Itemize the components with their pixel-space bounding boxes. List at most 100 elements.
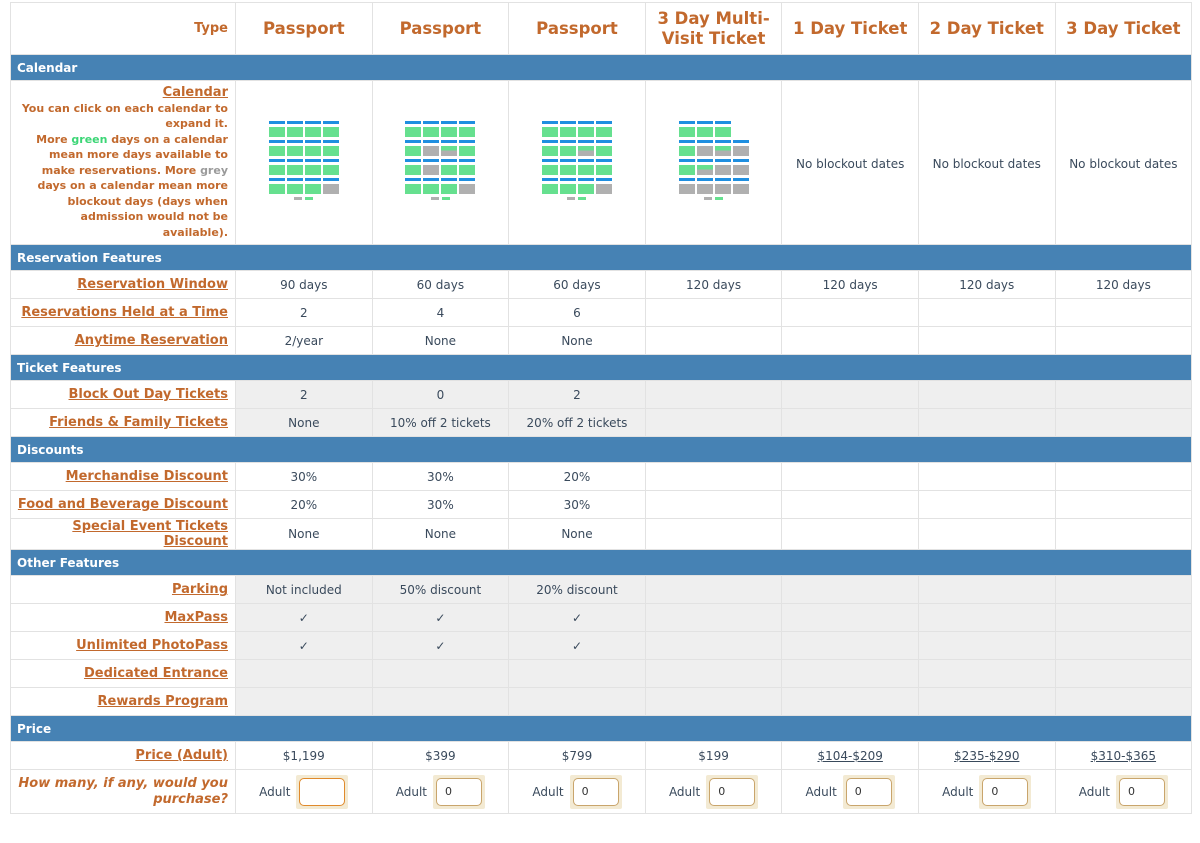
- calendar-thumbnail[interactable]: [541, 121, 612, 200]
- no-blockout-text: No blockout dates: [932, 157, 1041, 171]
- calendar-cell-passport-2: [371, 80, 510, 245]
- value-cell-2-day: 120 days: [917, 270, 1056, 299]
- section-other-title: Other Features: [9, 549, 1193, 576]
- value-cell-1-day: [781, 380, 919, 409]
- price-range-link[interactable]: $104-$209: [817, 749, 882, 763]
- row-label-link[interactable]: Merchandise Discount: [66, 469, 228, 484]
- row-label-link[interactable]: Food and Beverage Discount: [18, 497, 228, 512]
- type-label: Type: [10, 2, 236, 55]
- value-cell-passport-1: None: [235, 518, 373, 550]
- adult-label: Adult: [1078, 784, 1110, 799]
- value-cell-passport-1: ✓: [235, 631, 373, 660]
- quantity-box: [569, 774, 622, 809]
- value-cell-2-day: [917, 575, 1056, 604]
- adult-quantity-input[interactable]: [572, 777, 619, 806]
- row-purchase-quantity: How many, if any, would you purchase? Ad…: [10, 769, 1193, 814]
- section-discounts: Discounts: [9, 436, 1193, 463]
- price-range-link[interactable]: $235-$290: [954, 749, 1019, 763]
- value-cell-passport-1: None: [235, 408, 373, 437]
- calendar-thumbnail[interactable]: [405, 121, 476, 200]
- value-cell-3-day: [1054, 298, 1193, 327]
- calendar-note-1: You can click on each calendar to expand…: [21, 101, 228, 131]
- adult-quantity-input[interactable]: [299, 777, 346, 806]
- row-label-link[interactable]: Friends & Family Tickets: [49, 415, 228, 430]
- value-cell-passport-1: 90 days: [235, 270, 373, 299]
- adult-label: Adult: [668, 784, 701, 799]
- value-cell-passport-2: 30%: [371, 462, 510, 491]
- row-label-link[interactable]: Parking: [172, 582, 228, 597]
- col-header-3-day: 3 Day Ticket: [1054, 2, 1193, 55]
- value-cell-passport-2: ✓: [371, 631, 510, 660]
- row-parking: Parking Not included 50% discount 20% disco…: [10, 575, 1193, 604]
- col-header-passport-1: Passport: [235, 2, 373, 55]
- purchase-cell-passport-3: Adult: [508, 769, 646, 814]
- section-discounts-title: Discounts: [9, 436, 1193, 463]
- value-cell-passport-2: 10% off 2 tickets: [371, 408, 510, 437]
- value-cell-passport-3: None: [508, 518, 646, 550]
- value-cell-2-day: [917, 603, 1056, 632]
- row-price-adult: Price (Adult) $1,199 $399 $799 $199 $104-$209…: [10, 741, 1193, 770]
- value-cell-1-day: $104-$209: [781, 741, 919, 770]
- value-cell-1-day: [781, 687, 919, 716]
- section-other: Other Features: [9, 549, 1193, 576]
- row-label-link[interactable]: Rewards Program: [98, 694, 229, 709]
- value-cell-2-day: [917, 518, 1056, 550]
- no-blockout-text: No blockout dates: [796, 157, 905, 171]
- adult-quantity-input[interactable]: [709, 777, 756, 806]
- row-block-out-day-tickets: Block Out Day Tickets 2 0 2: [10, 380, 1193, 409]
- row-label-link[interactable]: MaxPass: [164, 610, 228, 625]
- calendar-thumbnail[interactable]: [678, 121, 749, 200]
- row-label-cell: Food and Beverage Discount: [10, 490, 236, 519]
- calendar-title-link[interactable]: Calendar: [15, 85, 228, 101]
- adult-label: Adult: [805, 784, 837, 799]
- section-ticket: Ticket Features: [9, 354, 1193, 381]
- adult-quantity-input[interactable]: [845, 777, 892, 806]
- value-cell-3-day-multi-visit: $199: [644, 741, 783, 770]
- quantity-group: Adult: [805, 774, 895, 809]
- row-label-link[interactable]: Unlimited PhotoPass: [76, 638, 228, 653]
- adult-quantity-input[interactable]: [982, 777, 1029, 806]
- adult-quantity-input[interactable]: [1118, 777, 1165, 806]
- value-cell-2-day: [917, 462, 1056, 491]
- row-label-link[interactable]: Reservation Window: [77, 277, 228, 292]
- adult-label: Adult: [942, 784, 974, 799]
- row-label-link[interactable]: Reservations Held at a Time: [21, 305, 228, 320]
- value-cell-3-day: [1054, 380, 1193, 409]
- calendar-cell-3-day-multi-visit: [644, 80, 783, 245]
- section-price-title: Price: [9, 715, 1193, 742]
- value-cell-3-day-multi-visit: [644, 490, 783, 519]
- row-unlimited-photopass: Unlimited PhotoPass ✓ ✓ ✓: [10, 631, 1193, 660]
- purchase-question: How many, if any, would you purchase?: [10, 769, 236, 814]
- quantity-group: Adult: [396, 774, 486, 809]
- adult-label: Adult: [532, 784, 564, 799]
- calendar-note-2c: days on a calendar mean more blockout da…: [37, 179, 228, 239]
- calendar-thumbnail[interactable]: [268, 121, 339, 200]
- row-label-link[interactable]: Anytime Reservation: [75, 333, 228, 348]
- quantity-box: [706, 774, 759, 809]
- row-label-link[interactable]: Block Out Day Tickets: [69, 387, 228, 402]
- value-cell-passport-3: $799: [508, 741, 646, 770]
- value-cell-1-day: [781, 298, 919, 327]
- value-cell-passport-2: 30%: [371, 490, 510, 519]
- value-cell-2-day: $235-$290: [917, 741, 1056, 770]
- value-cell-3-day-multi-visit: [644, 687, 783, 716]
- value-cell-3-day-multi-visit: 120 days: [644, 270, 783, 299]
- row-food-beverage-discount: Food and Beverage Discount 20% 30% 30%: [10, 490, 1193, 519]
- row-label-link[interactable]: Dedicated Entrance: [84, 666, 228, 681]
- row-label-link[interactable]: Special Event Tickets Discount: [72, 519, 228, 549]
- section-calendar: Calendar: [9, 54, 1193, 81]
- value-cell-3-day: [1054, 326, 1193, 355]
- col-header-3-day-multi-visit: 3 Day Multi-Visit Ticket: [644, 2, 783, 55]
- value-cell-1-day: [781, 659, 919, 688]
- value-cell-3-day-multi-visit: [644, 575, 783, 604]
- header-row: Type Passport Passport Passport 3 Day Mu…: [10, 2, 1193, 55]
- value-cell-passport-2: 60 days: [371, 270, 510, 299]
- value-cell-3-day: 120 days: [1054, 270, 1193, 299]
- price-range-link[interactable]: $310-$365: [1091, 749, 1156, 763]
- adult-quantity-input[interactable]: [436, 777, 483, 806]
- section-price: Price: [9, 715, 1193, 742]
- value-cell-passport-2: None: [371, 326, 510, 355]
- value-cell-1-day: [781, 603, 919, 632]
- row-label-link[interactable]: Price (Adult): [135, 748, 228, 763]
- adult-label: Adult: [259, 784, 291, 799]
